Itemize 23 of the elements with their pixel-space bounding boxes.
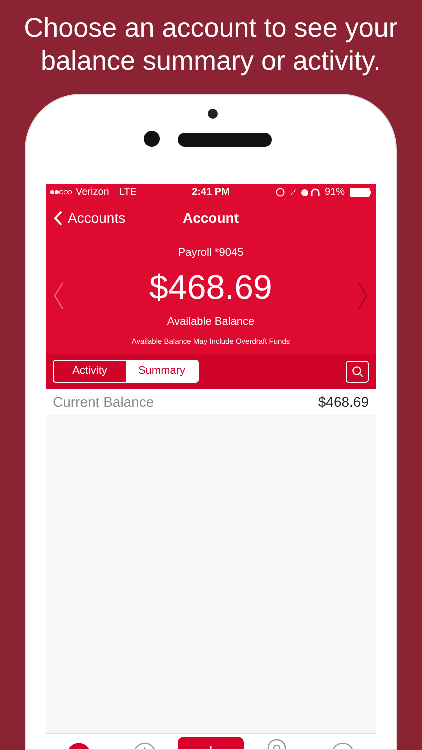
search-icon [352,366,364,378]
battery-percent: 91% [325,186,346,200]
segment-tab[interactable]: Activity [54,361,126,382]
balance-amount: $468.69 [150,268,272,309]
battery-icon [350,188,372,196]
screen-title: Account [183,209,239,228]
row-value: $468.69 [318,392,369,412]
status-icons [276,188,320,196]
signal-icon [50,190,72,194]
balance-label: Available Balance [167,314,255,330]
chevron-right-icon[interactable] [358,282,368,310]
front-camera [144,131,160,147]
chevron-left-icon[interactable] [54,282,64,310]
chevron-left-icon [54,211,63,226]
search-button[interactable] [346,360,369,382]
segment-tab[interactable]: Summary [126,361,198,382]
headline: Choose an account to see your balance summary or activity. [23,12,399,78]
carrier: Verizon [76,186,110,200]
network-type: LTE [119,186,137,200]
clock-time: 2:41 PM [192,186,230,200]
row-label: Current Balance [53,392,154,412]
account-name: Payroll *9045 [178,246,244,262]
back-button[interactable]: Accounts [54,208,126,229]
